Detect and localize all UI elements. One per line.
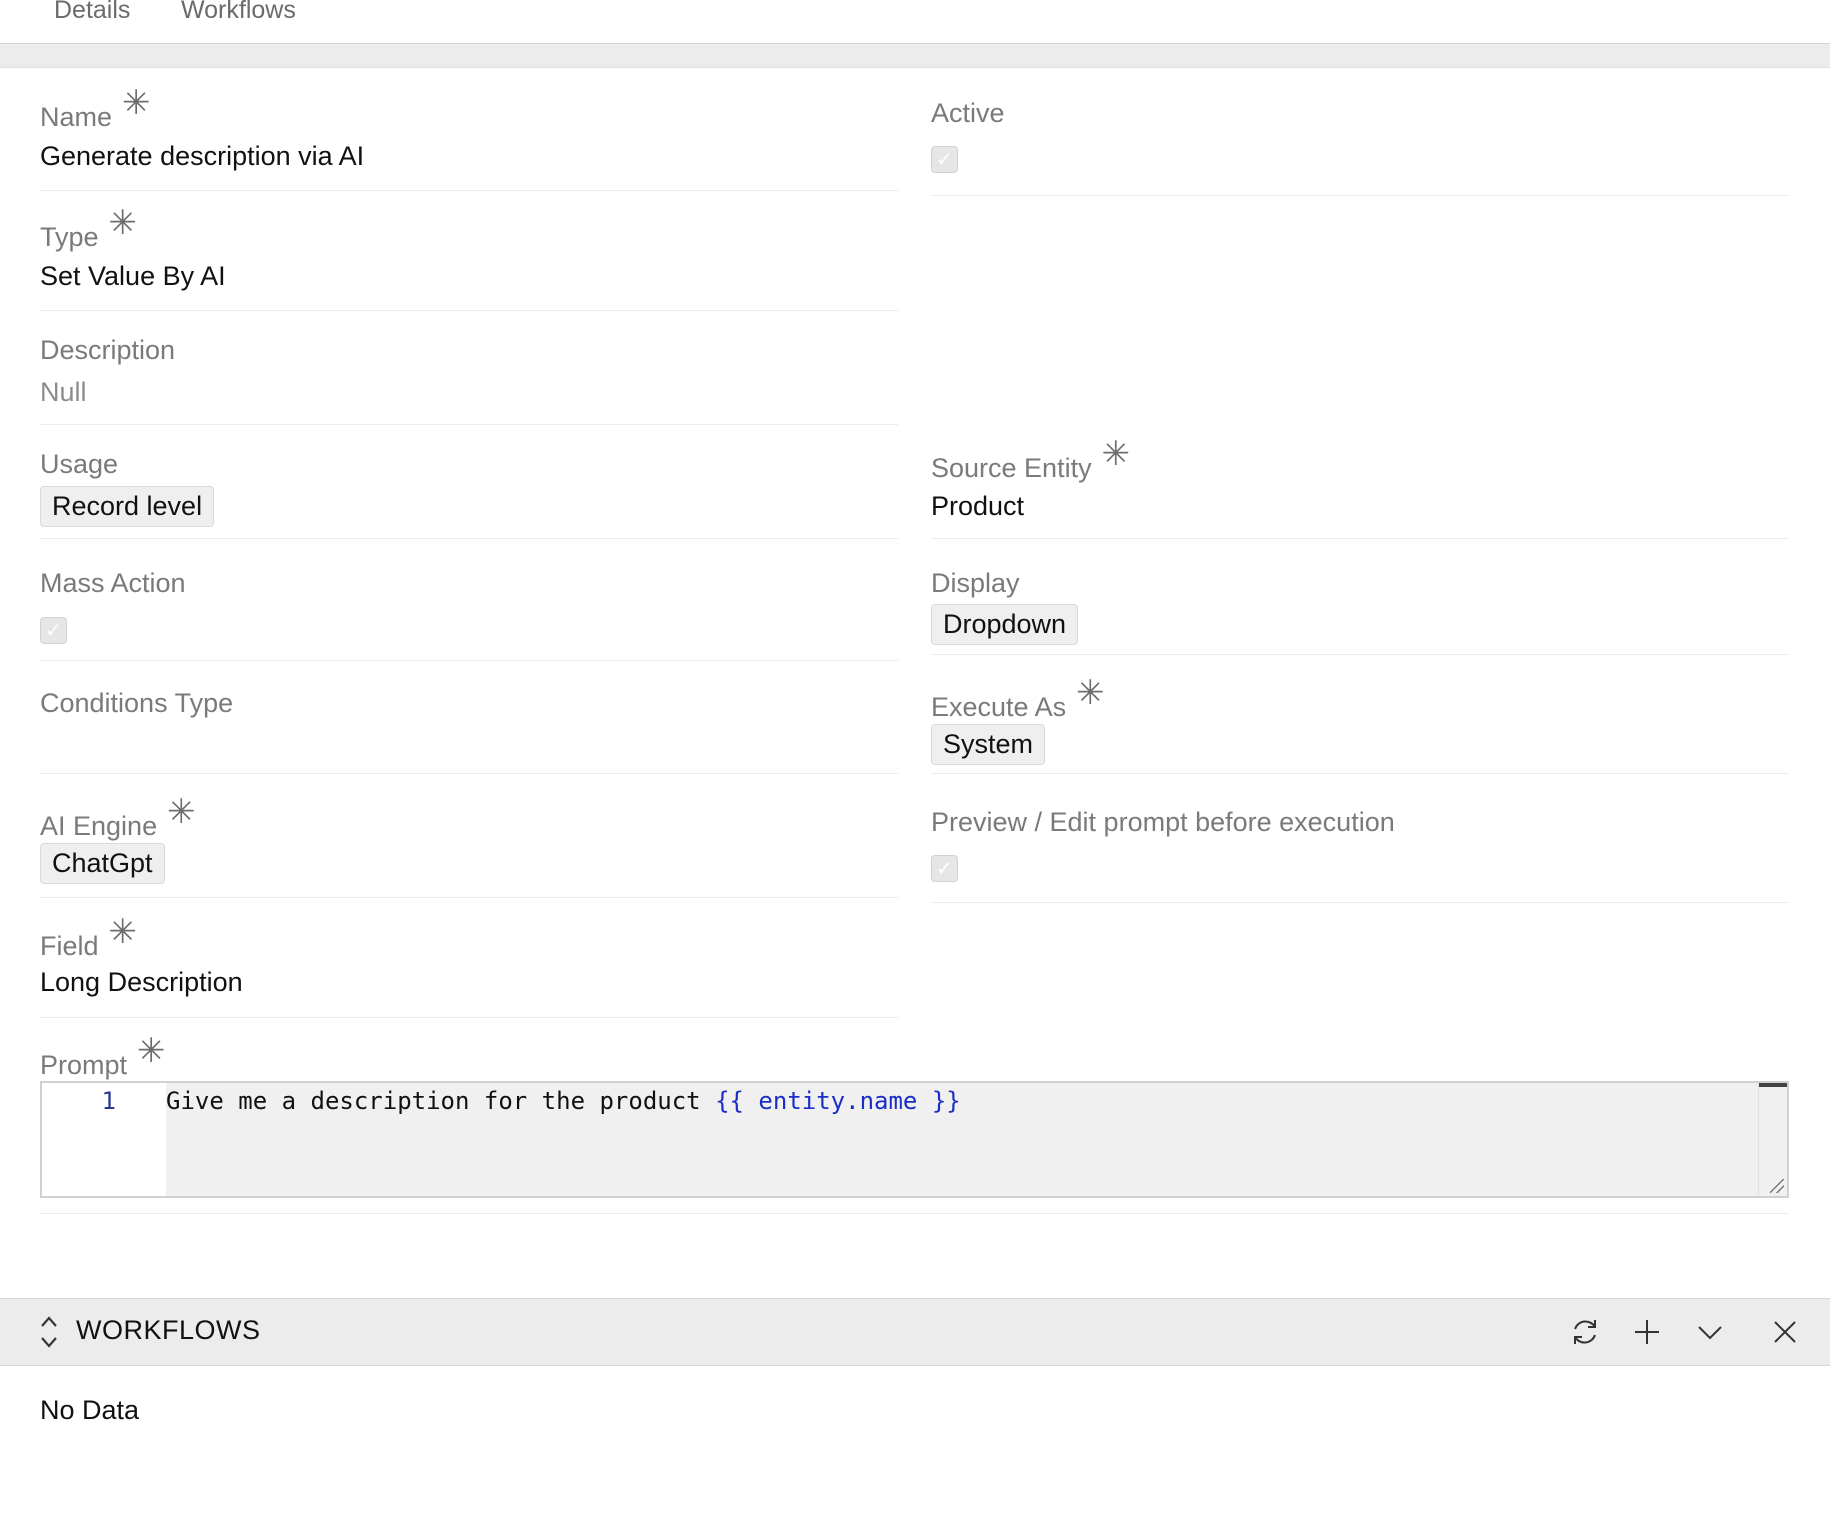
template-variable: {{ entity.name }} (715, 1087, 961, 1115)
display-field: Display Dropdown (931, 538, 1789, 655)
prompt-label: Prompt ✳ (40, 1034, 166, 1081)
prompt-code-editor[interactable]: 1 Give me a description for the product … (40, 1081, 1789, 1198)
detail-form: Name ✳ Generate description via AI Active… (0, 68, 1830, 1218)
usage-field: Usage Record level (40, 424, 898, 539)
plus-icon[interactable] (1630, 1315, 1664, 1349)
field-value: Long Description (40, 967, 243, 997)
mass-action-checkbox[interactable]: ✓ (40, 617, 67, 644)
tab-details[interactable]: Details (54, 0, 130, 25)
ai-engine-field: AI Engine ✳ ChatGpt (40, 773, 898, 898)
required-asterisk-icon: ✳ (137, 1031, 166, 1071)
source-entity-label: Source Entity ✳ (931, 437, 1130, 484)
chevron-down-icon[interactable] (1693, 1315, 1727, 1349)
field-label-text: Field (40, 931, 99, 961)
source-entity-value[interactable]: Product (931, 491, 1024, 522)
execute-as-label: Execute As ✳ (931, 676, 1105, 723)
preview-prompt-checkbox[interactable]: ✓ (931, 855, 958, 882)
name-field: Name ✳ Generate description via AI (40, 68, 898, 191)
section-divider-band (0, 44, 1830, 68)
resize-handle-icon[interactable] (1770, 1179, 1784, 1193)
active-label: Active (931, 98, 1005, 128)
editor-gutter: 1 (42, 1083, 166, 1196)
tab-workflows[interactable]: Workflows (181, 0, 296, 25)
prompt-text: Give me a description for the product (166, 1087, 716, 1115)
display-badge: Dropdown (931, 604, 1079, 645)
execute-as-label-text: Execute As (931, 692, 1067, 722)
preview-prompt-field: Preview / Edit prompt before execution ✓ (931, 773, 1789, 903)
required-asterisk-icon: ✳ (167, 792, 196, 832)
required-asterisk-icon: ✳ (108, 203, 138, 243)
conditions-type-field: Conditions Type (40, 660, 898, 774)
line-number: 1 (101, 1087, 116, 1115)
workflows-panel-header: WORKFLOWS (0, 1298, 1830, 1366)
ai-engine-badge: ChatGpt (40, 843, 165, 884)
conditions-type-label: Conditions Type (40, 688, 234, 718)
name-value: Generate description via AI (40, 141, 365, 171)
editor-content[interactable]: Give me a description for the product {{… (166, 1083, 1759, 1196)
name-label-text: Name (40, 102, 113, 132)
description-field: Description Null (40, 310, 898, 425)
usage-label: Usage (40, 449, 119, 479)
active-checkbox[interactable]: ✓ (931, 146, 958, 173)
type-label: Type ✳ (40, 206, 137, 253)
required-asterisk-icon: ✳ (1101, 434, 1131, 474)
mass-action-label: Mass Action (40, 568, 186, 598)
display-label: Display (931, 568, 1020, 598)
mass-action-field: Mass Action ✓ (40, 538, 898, 661)
type-label-text: Type (40, 222, 99, 252)
workflows-panel-title: WORKFLOWS (76, 1315, 261, 1345)
execute-as-field: Execute As ✳ System (931, 654, 1789, 774)
ai-engine-label: AI Engine ✳ (40, 795, 196, 842)
required-asterisk-icon: ✳ (1076, 673, 1105, 713)
required-asterisk-icon: ✳ (108, 912, 138, 952)
description-label: Description (40, 335, 176, 365)
workflows-empty-text: No Data (40, 1395, 140, 1425)
field-label: Field ✳ (40, 915, 137, 962)
refresh-icon[interactable] (1568, 1315, 1602, 1349)
required-asterisk-icon: ✳ (122, 83, 151, 123)
description-value: Null (40, 377, 87, 407)
source-entity-field: Source Entity ✳ Product (931, 424, 1789, 539)
scrollbar-thumb[interactable] (1759, 1083, 1787, 1087)
execute-as-badge: System (931, 724, 1046, 765)
source-entity-label-text: Source Entity (931, 453, 1092, 483)
close-icon[interactable] (1768, 1315, 1802, 1349)
record-tabs: Details Workflows (0, 0, 1830, 44)
prompt-label-text: Prompt (40, 1050, 128, 1080)
code-line: Give me a description for the product {{… (166, 1087, 961, 1115)
preview-prompt-label: Preview / Edit prompt before execution (931, 807, 1395, 837)
active-field: Active ✓ (931, 68, 1789, 196)
type-value: Set Value By AI (40, 261, 226, 291)
usage-badge: Record level (40, 486, 215, 527)
ai-engine-label-text: AI Engine (40, 811, 158, 841)
type-field: Type ✳ Set Value By AI (40, 190, 898, 311)
field-field: Field ✳ Long Description (40, 897, 898, 1018)
sort-toggle-icon[interactable] (38, 1312, 60, 1352)
name-label: Name ✳ (40, 86, 151, 133)
